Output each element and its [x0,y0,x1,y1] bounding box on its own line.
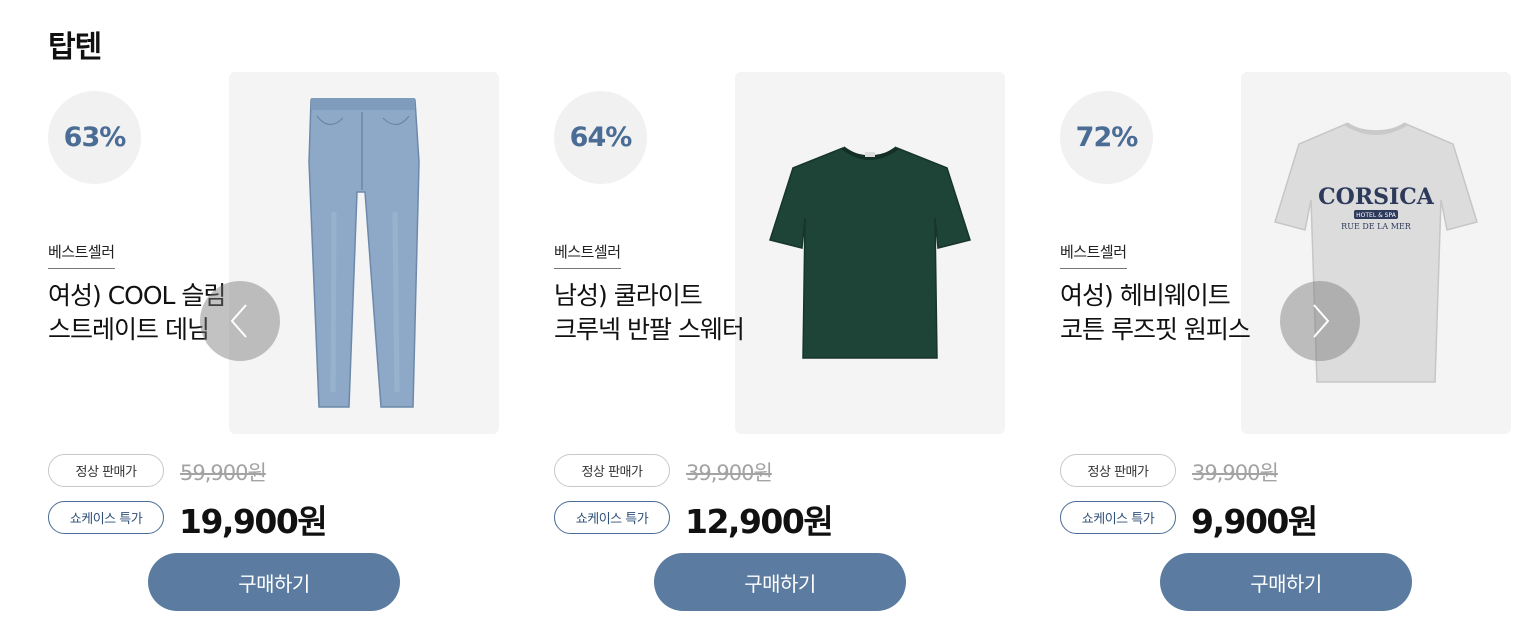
bestseller-badge: 베스트셀러 [48,241,115,269]
special-price-label: 쇼케이스 특가 [48,501,164,534]
product-name-line2: 스트레이트 데님 [48,315,210,344]
sale-price: 19,900원 [179,502,328,541]
product-image[interactable]: CORSICA HOTEL & SPA RUE DE LA MER [1241,72,1511,434]
normal-price-label: 정상 판매가 [1060,454,1176,487]
carousel-prev-button[interactable] [200,281,280,361]
discount-rate: 72% [1060,91,1153,184]
original-price: 39,900원 [686,461,773,485]
product-name-line1: 남성) 쿨라이트 [554,281,703,310]
buy-button[interactable]: 구매하기 [654,553,906,611]
jeans-image [308,98,420,408]
product-image[interactable] [735,72,1005,434]
normal-price-label: 정상 판매가 [554,454,670,487]
print-sub2: RUE DE LA MER [1341,222,1412,231]
discount-rate: 64% [554,91,647,184]
special-price-label: 쇼케이스 특가 [554,501,670,534]
grey-tshirt-dress-image: CORSICA HOTEL & SPA RUE DE LA MER [1274,122,1478,383]
normal-price-label: 정상 판매가 [48,454,164,487]
sale-price: 12,900원 [685,502,834,541]
buy-button[interactable]: 구매하기 [1160,553,1412,611]
special-price-label: 쇼케이스 특가 [1060,501,1176,534]
chevron-right-icon [1313,304,1330,338]
sale-price: 9,900원 [1191,502,1318,541]
product-image[interactable] [229,72,499,434]
original-price: 59,900원 [180,461,267,485]
discount-rate: 63% [48,91,141,184]
print-sub1: HOTEL & SPA [1356,212,1397,219]
original-price: 39,900원 [1192,461,1279,485]
bestseller-badge: 베스트셀러 [554,241,621,269]
print-title: CORSICA [1318,184,1435,210]
product-name-line1: 여성) COOL 슬림 [48,281,226,310]
product-name[interactable]: 여성) COOL 슬림 스트레이트 데님 [48,279,348,347]
section-title: 탑텐 [48,30,102,65]
carousel-next-button[interactable] [1280,281,1360,361]
bestseller-badge: 베스트셀러 [1060,241,1127,269]
product-card[interactable]: 63% 베스트셀러 여성) COOL 슬림 스트레이트 데님 정상 판매가 59… [48,72,510,617]
buy-button[interactable]: 구매하기 [148,553,400,611]
product-name[interactable]: 남성) 쿨라이트 크루넥 반팔 스웨터 [554,279,854,347]
chevron-left-icon [230,304,247,338]
product-card[interactable]: 64% 베스트셀러 남성) 쿨라이트 크루넥 반팔 스웨터 정상 판매가 39,… [554,72,1016,617]
product-name-line2: 크루넥 반팔 스웨터 [554,315,745,344]
green-tshirt-image [769,146,971,359]
